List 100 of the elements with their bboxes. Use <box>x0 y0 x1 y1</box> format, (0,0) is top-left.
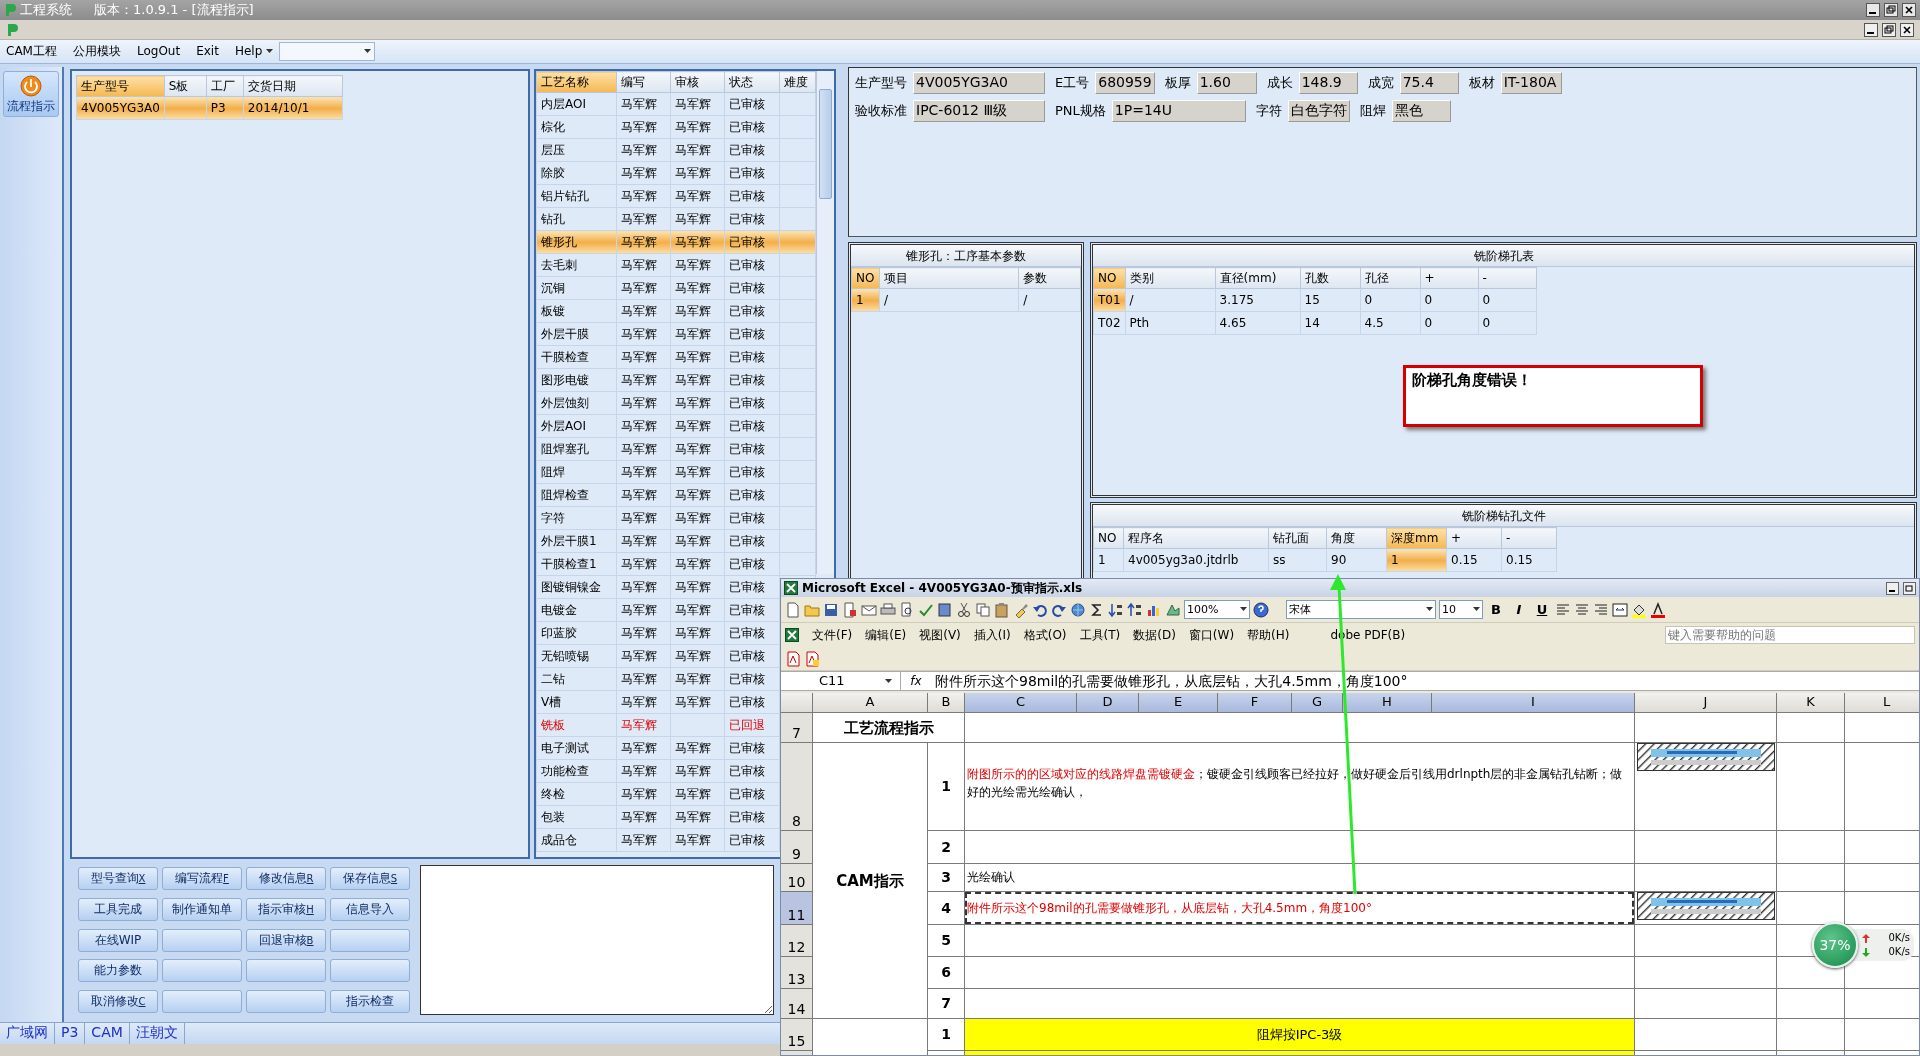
action-button[interactable]: 取消修改C <box>78 990 158 1014</box>
table-cell[interactable]: 4V005YG3A0 <box>76 96 165 120</box>
align-left-icon[interactable] <box>1555 601 1571 618</box>
action-button[interactable]: 回退审核B <box>246 928 326 952</box>
copy-icon[interactable] <box>975 601 991 618</box>
clipboard-icon[interactable] <box>994 601 1010 618</box>
column-header[interactable]: NO <box>851 267 880 289</box>
text-field[interactable]: 4V005YG3A0 <box>913 72 1045 94</box>
text-field[interactable]: 75.4 <box>1399 72 1459 94</box>
menu-item[interactable]: 视图(V) <box>919 627 961 643</box>
table-cell[interactable]: 外层干膜1 <box>536 529 617 553</box>
column-header[interactable]: K <box>1777 693 1844 712</box>
action-button[interactable]: 工具完成 <box>78 897 158 921</box>
menu-item[interactable]: Help <box>234 44 274 59</box>
table-cell[interactable]: 层压 <box>536 138 617 162</box>
menu-item[interactable]: 窗口(W) <box>1188 627 1235 643</box>
column-header[interactable]: D <box>1077 693 1138 712</box>
table-cell[interactable]: 外层蚀刻 <box>536 391 617 415</box>
scissors-icon[interactable] <box>956 601 972 618</box>
table-cell[interactable]: 阻焊 <box>536 460 617 484</box>
column-header[interactable]: 工厂 <box>206 75 244 97</box>
table-cell[interactable]: 外层AOI <box>536 414 617 438</box>
globe-icon[interactable] <box>1070 601 1086 618</box>
text-field[interactable]: 1P=14U <box>1111 100 1246 122</box>
row-header[interactable]: 7 <box>781 713 812 742</box>
text-field[interactable]: 148.9 <box>1298 72 1358 94</box>
table-cell[interactable]: 电镀金 <box>536 598 617 622</box>
column-header[interactable]: H <box>1343 693 1431 712</box>
lock-document-icon[interactable] <box>842 601 858 618</box>
column-header[interactable]: J <box>1635 693 1776 712</box>
menu-item[interactable]: 文件(F) <box>812 627 853 643</box>
action-button[interactable]: 制作通知单 <box>162 897 242 921</box>
table-cell[interactable]: 字符 <box>536 506 617 530</box>
table-cell[interactable]: 电子测试 <box>536 736 617 760</box>
format-button[interactable]: B <box>1486 599 1506 620</box>
table-cell[interactable]: 去毛刺 <box>536 253 617 277</box>
align-right-icon[interactable] <box>1593 601 1609 618</box>
nav-button[interactable]: 流程指示 <box>3 71 59 117</box>
table-cell[interactable]: 阻焊检查 <box>536 483 617 507</box>
column-header[interactable]: I <box>1432 693 1634 712</box>
table-cell[interactable]: 印蓝胶 <box>536 621 617 645</box>
font-field[interactable]: 宋体 <box>1286 600 1436 619</box>
table-cell[interactable]: 干膜检查 <box>536 345 617 369</box>
formula-field[interactable]: 附件所示这个98mil的孔需要做锥形孔，从底层钻，大孔4.5mm，角度100° <box>931 672 1408 690</box>
column-header[interactable]: E <box>1139 693 1217 712</box>
help-search-field[interactable]: 键入需要帮助的问题 <box>1665 626 1915 644</box>
table-cell[interactable]: 铣板 <box>536 713 617 737</box>
text-field[interactable]: IPC-6012 Ⅲ级 <box>913 100 1045 122</box>
pdf-icon[interactable] <box>785 650 801 667</box>
minimize-icon[interactable] <box>1864 22 1878 37</box>
zoom-field[interactable]: 100% <box>1184 600 1250 619</box>
column-header[interactable]: 深度mm <box>1386 527 1447 549</box>
table-cell[interactable]: 钻孔 <box>536 207 617 231</box>
minimize-icon[interactable] <box>1886 581 1899 595</box>
column-header[interactable]: S板 <box>164 75 207 97</box>
action-button[interactable]: 型号查询X <box>78 867 158 890</box>
table-cell[interactable]: T01 <box>1093 288 1126 312</box>
pdf-icon[interactable] <box>804 650 820 667</box>
menu-item[interactable]: 公用模块 <box>72 44 121 59</box>
column-header[interactable]: 孔径 <box>1360 267 1421 289</box>
row-header[interactable]: 9 <box>781 831 812 863</box>
restore-icon[interactable] <box>1903 581 1916 595</box>
action-button[interactable]: 修改信息R <box>246 867 326 890</box>
new-document-icon[interactable] <box>785 601 801 618</box>
column-header[interactable]: 状态 <box>724 71 780 93</box>
menu-item[interactable]: CAM工程 <box>6 44 57 59</box>
row-header[interactable]: 10 <box>781 864 812 891</box>
magnifier-icon[interactable] <box>899 601 915 618</box>
column-header[interactable]: L <box>1845 693 1919 712</box>
column-header[interactable]: 审核 <box>670 71 725 93</box>
format-button[interactable]: I <box>1509 599 1529 620</box>
row-header[interactable]: 13 <box>781 957 812 988</box>
column-header[interactable]: 编写 <box>616 71 671 93</box>
column-header[interactable]: 角度 <box>1326 527 1387 549</box>
table-cell[interactable]: 1 <box>851 288 880 312</box>
memo-field[interactable] <box>420 865 774 1015</box>
table-cell[interactable]: 二钻 <box>536 667 617 691</box>
restore-icon[interactable] <box>1882 22 1896 37</box>
table-cell[interactable]: 包装 <box>536 805 617 829</box>
menu-item[interactable]: 帮助(H) <box>1247 627 1290 643</box>
text-field[interactable]: 黑色 <box>1391 100 1451 122</box>
table-cell[interactable]: 无铅喷锡 <box>536 644 617 668</box>
table-cell[interactable]: 内层AOI <box>536 92 617 116</box>
action-button[interactable]: 信息导入 <box>330 897 410 921</box>
table-cell[interactable]: 图镀铜镍金 <box>536 575 617 599</box>
column-header[interactable]: 参数 <box>1018 267 1081 289</box>
menu-item[interactable]: Exit <box>196 44 219 59</box>
table-cell[interactable]: 成品仓 <box>536 828 617 852</box>
table-cell[interactable]: 板镀 <box>536 299 617 323</box>
action-button[interactable]: 编写流程F <box>162 867 242 890</box>
close-icon[interactable] <box>1900 22 1914 37</box>
column-header[interactable]: G <box>1292 693 1342 712</box>
action-button[interactable]: 指示检查 <box>330 990 410 1014</box>
column-header[interactable]: NO <box>1093 527 1124 549</box>
font-color-icon[interactable] <box>1650 601 1666 618</box>
column-header[interactable]: 项目 <box>879 267 1019 289</box>
menu-item[interactable]: 格式(O) <box>1023 627 1067 643</box>
column-header[interactable]: 难度 <box>779 71 816 93</box>
column-header[interactable]: 生产型号 <box>76 75 165 97</box>
text-field[interactable]: 白色字符 <box>1287 100 1350 122</box>
